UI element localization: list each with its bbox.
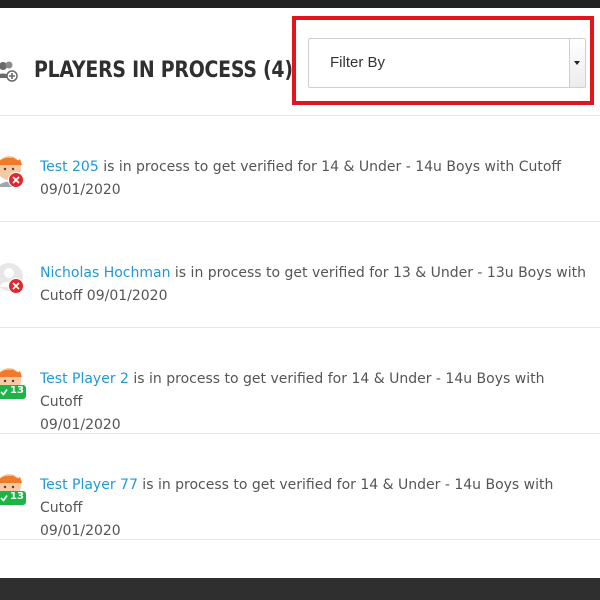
status-description: is in process to get verified for 14 & U…: [98, 159, 562, 175]
age-badge-text: 13: [10, 385, 24, 396]
rejected-badge-icon: [8, 278, 24, 294]
panel-header: PLAYERS IN PROCESS (4) Filter By: [0, 8, 600, 116]
cutoff-date: 09/01/2020: [40, 523, 121, 539]
age-badge: 13: [0, 384, 26, 399]
list-item: 13 Test Player 2 is in process to get ve…: [0, 328, 600, 434]
age-badge-text: 13: [10, 491, 24, 502]
player-link[interactable]: Test 205: [40, 159, 99, 175]
bottom-dark-strip: [0, 578, 600, 600]
player-status-text: Nicholas Hochman is in process to get ve…: [40, 262, 590, 308]
players-in-process-panel: PLAYERS IN PROCESS (4) Filter By Test 20…: [0, 8, 600, 578]
rejected-badge-icon: [8, 172, 24, 188]
player-link[interactable]: Nicholas Hochman: [40, 265, 170, 281]
list-item: Nicholas Hochman is in process to get ve…: [0, 222, 600, 328]
filter-selected-value: Filter By: [330, 54, 386, 71]
age-badge: 13: [0, 490, 26, 505]
cutoff-date: 09/01/2020: [40, 417, 121, 433]
player-status-text: Test 205 is in process to get verified f…: [40, 156, 590, 202]
list-item: Test 205 is in process to get verified f…: [0, 116, 600, 222]
filter-dropdown-button[interactable]: [569, 39, 585, 87]
list-item: 13 Test Player 77 is in process to get v…: [0, 434, 600, 540]
filter-by-select[interactable]: Filter By: [308, 38, 586, 88]
players-list: Test 205 is in process to get verified f…: [0, 116, 600, 540]
cutoff-date: Cutoff 09/01/2020: [40, 288, 168, 304]
chevron-down-icon: [574, 61, 580, 65]
page-title: PLAYERS IN PROCESS (4): [34, 58, 293, 83]
player-link[interactable]: Test Player 77: [40, 477, 138, 493]
player-status-text: Test Player 2 is in process to get verif…: [40, 368, 590, 437]
player-link[interactable]: Test Player 2: [40, 371, 129, 387]
users-add-icon: [0, 60, 18, 82]
cutoff-date: 09/01/2020: [40, 182, 121, 198]
top-dark-strip: [0, 0, 600, 8]
player-status-text: Test Player 77 is in process to get veri…: [40, 474, 590, 543]
app-frame: PLAYERS IN PROCESS (4) Filter By Test 20…: [0, 0, 600, 600]
status-description: is in process to get verified for 13 & U…: [170, 265, 586, 281]
